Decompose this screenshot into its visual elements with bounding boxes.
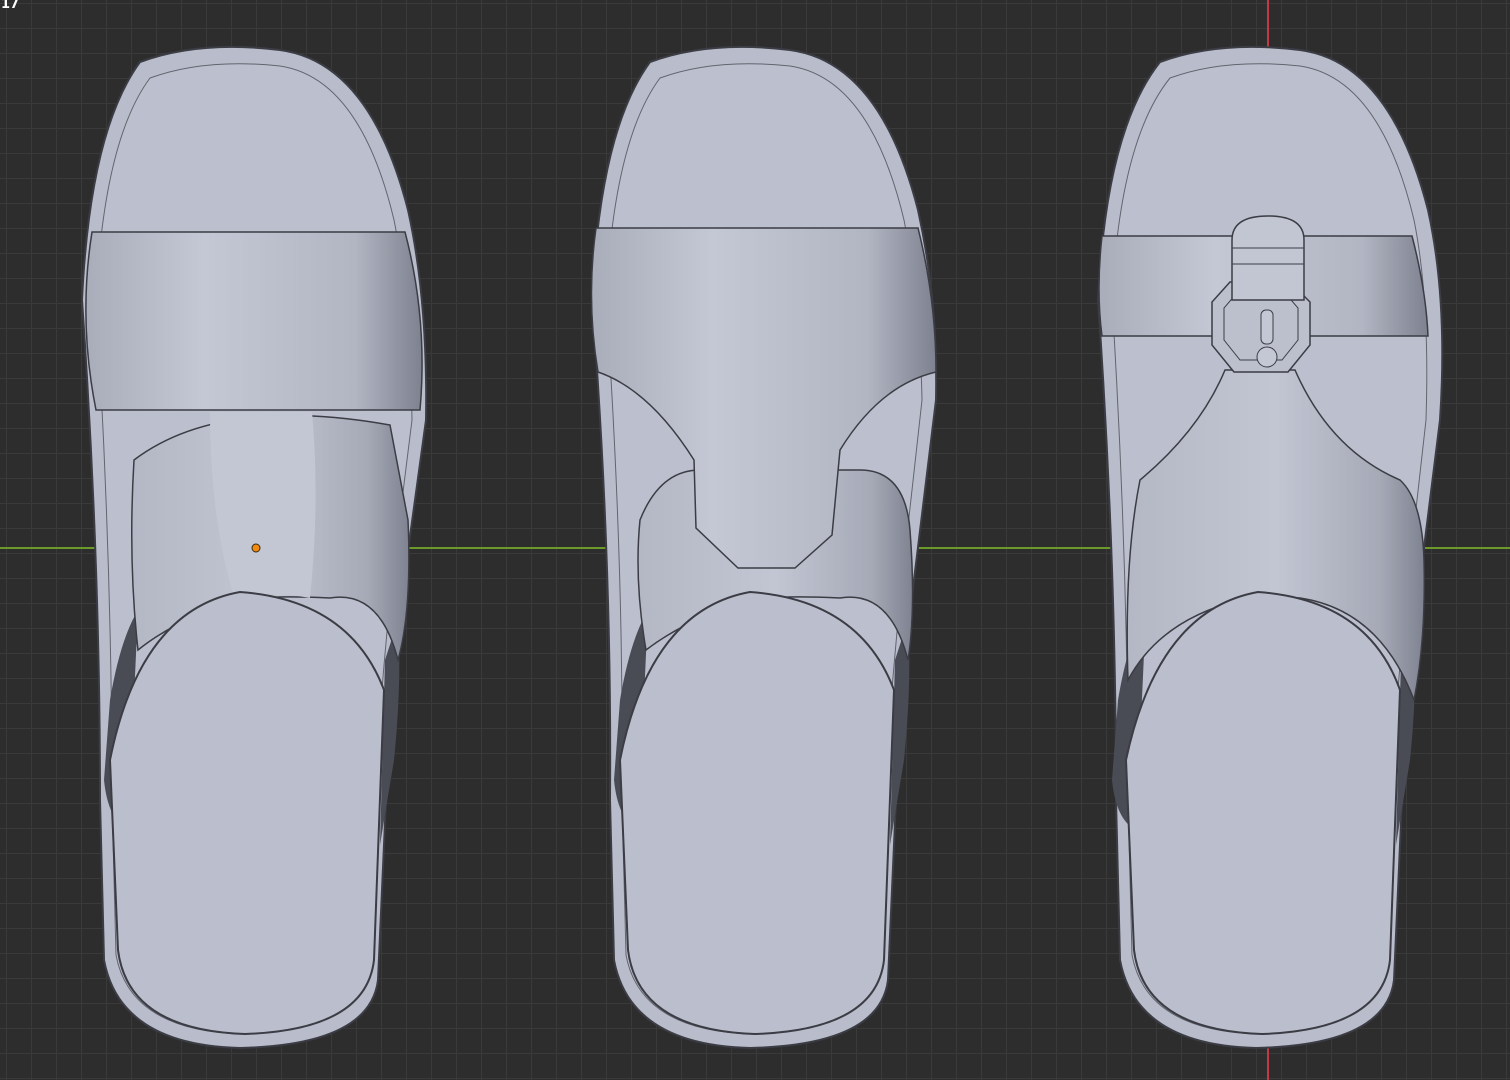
buckle-keeper [1231, 215, 1305, 301]
sandal-1-heel-bed [108, 590, 386, 1036]
sandal-model-3[interactable] [1096, 45, 1444, 1050]
3d-viewport[interactable]: 17 [0, 0, 1510, 1080]
sandal-3-heel-bed [1124, 590, 1402, 1036]
buckle-prong [1260, 309, 1274, 345]
object-origin-marker[interactable] [251, 543, 261, 553]
sandal-1-front-band [85, 231, 423, 411]
sandal-model-2[interactable] [590, 45, 938, 1050]
viewport-scene[interactable] [0, 0, 1510, 1080]
sandal-2-heel-bed [618, 590, 896, 1036]
sandal-model-1[interactable] [80, 45, 428, 1050]
buckle-rivet [1256, 346, 1278, 368]
